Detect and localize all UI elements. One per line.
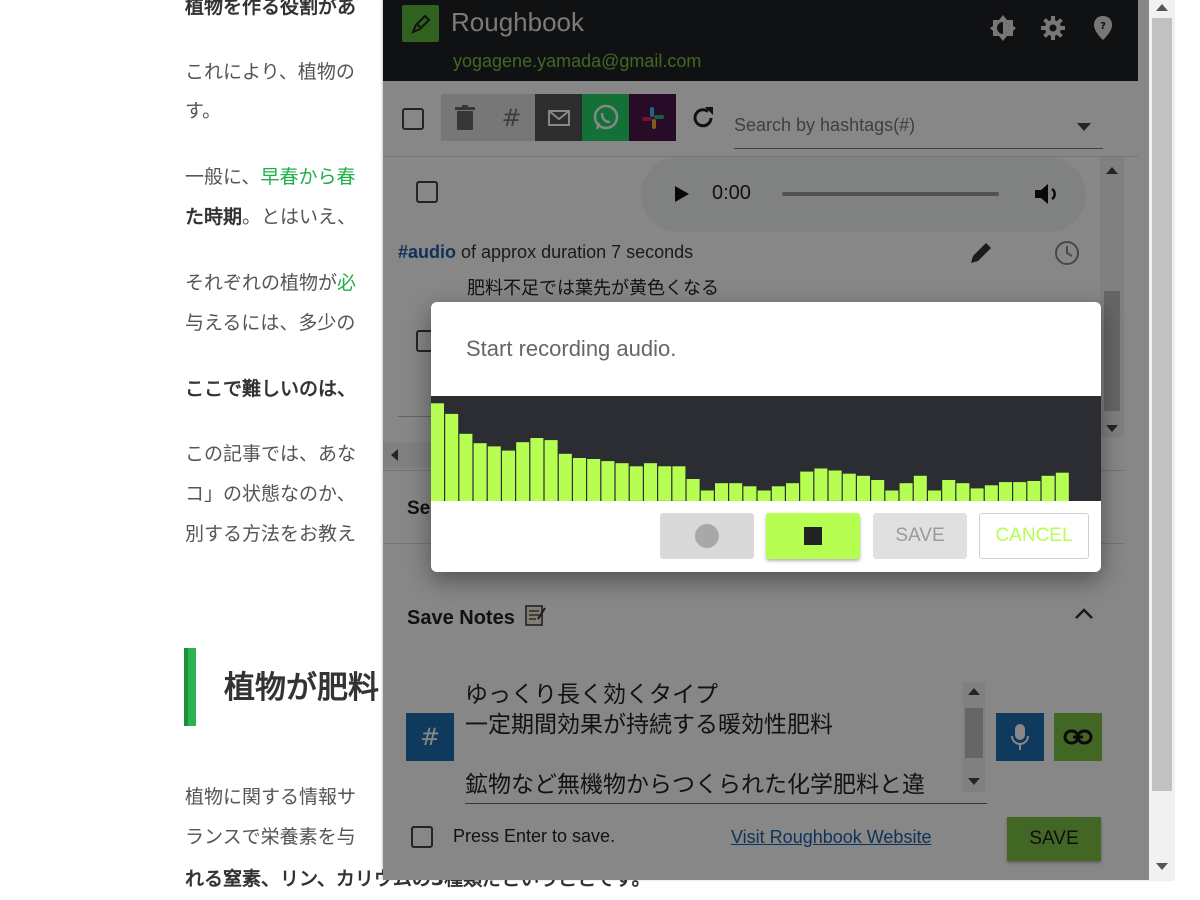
visualizer-bar [984,485,998,501]
scroll-up-icon[interactable] [1156,4,1168,11]
heading-accent-bar [184,648,196,726]
dialog-cancel-button[interactable]: CANCEL [979,513,1089,559]
visualizer-bar [715,483,728,501]
article-line: 別する方法をお教え [185,523,357,545]
article-line: これにより、植物の [185,61,355,83]
visualizer-bar [459,433,473,501]
visualizer-bar [857,475,870,501]
visualizer-bar [899,483,913,501]
visualizer-bar [601,461,615,501]
visualizer-bar [445,413,459,501]
article-line: コ」の状態なのか、 [185,483,356,505]
visualizer-bar [644,463,657,501]
visualizer-bar [530,438,544,501]
visualizer-bars [431,403,1069,501]
article-line: 与えるには、多少の [185,312,356,334]
visualizer-bar [672,466,686,501]
visualizer-bar [800,471,814,501]
record-audio-dialog: Start recording audio. SAVE CANCEL [431,302,1101,572]
article-line: この記事では、あな [185,443,357,465]
visualizer-bar [502,450,515,501]
popup-scrollbar[interactable] [1149,0,1175,880]
article-text: 。とはいえ、 [242,206,357,228]
visualizer-bar [999,482,1012,501]
scroll-down-icon[interactable] [1156,863,1168,870]
visualizer-bar [516,442,530,501]
visualizer-bar [1027,481,1041,501]
visualizer-bar [1041,475,1055,501]
article-line: 一般に、早春から春 [185,160,355,194]
visualizer-bar [743,486,757,501]
visualizer-bar [786,483,799,501]
article-link[interactable]: 早春から春 [260,166,355,188]
visualizer-bar [629,466,643,501]
visualizer-bar [587,459,601,501]
stop-button[interactable] [766,513,860,559]
stop-icon [804,527,822,545]
article-text: 一般に、 [185,166,261,188]
visualizer-bar [928,490,941,501]
visualizer-bar [814,468,828,501]
visualizer-bar [885,490,899,501]
visualizer-bar [913,475,927,501]
visualizer-bar [473,443,487,501]
article-text: た時期 [185,206,243,228]
visualizer-bar [757,490,771,501]
visualizer-bar [771,486,785,501]
dialog-save-button[interactable]: SAVE [873,513,967,559]
article-line: た時期。とはいえ、 [185,200,356,234]
visualizer-bar [871,480,885,501]
dialog-message: Start recording audio. [466,336,677,361]
visualizer-bar [686,479,700,501]
article-heading: 植物が肥料 [224,670,379,706]
article-text: それぞれの植物が [185,272,338,294]
article-link[interactable]: 必 [337,272,356,294]
visualizer-bar [1013,482,1027,501]
article-line: それぞれの植物が必 [185,266,356,300]
visualizer-bar [942,480,956,501]
visualizer-bar [828,470,842,501]
record-button[interactable] [660,513,754,559]
visualizer-bar [1055,472,1069,501]
visualizer-bar [431,403,444,501]
article-line: す。 [185,100,222,122]
visualizer-bar [573,458,586,501]
article-line: ランスで栄養素を与 [185,826,356,848]
scroll-thumb[interactable] [1152,18,1172,791]
article-line: 植物に関する情報サ [185,786,357,808]
visualizer-bar [729,483,743,501]
visualizer-bar [842,473,856,501]
visualizer-bar [558,453,572,501]
visualizer-bar [970,488,984,501]
visualizer-bar [615,463,629,501]
visualizer-bar [487,446,501,501]
visualizer-bar [700,490,714,501]
article-line: 植物を作る役割があ [185,0,357,18]
visualizer-bar [658,466,672,501]
article-line: ここで難しいのは、 [185,378,357,400]
visualizer-bar [956,483,970,501]
record-icon [695,524,719,548]
visualizer-bar [544,440,558,501]
audio-visualizer [431,396,1101,501]
